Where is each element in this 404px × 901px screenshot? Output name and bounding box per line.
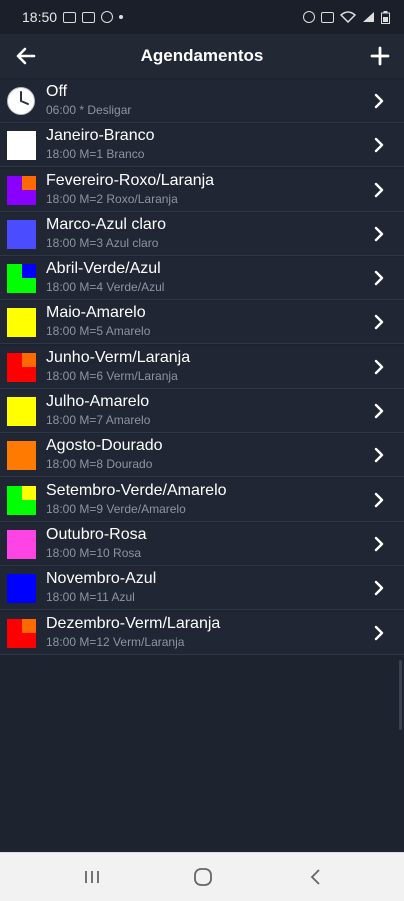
chevron-right-icon [374,536,384,552]
chevron-right-icon [374,492,384,507]
swatch-main-color [7,131,36,161]
schedule-row[interactable]: Novembro-Azul 18:00 M=11 Azul [0,567,404,611]
swatch-accent-color [22,485,36,500]
schedule-row[interactable]: Janeiro-Branco 18:00 M=1 Branco [0,124,404,168]
schedule-row[interactable]: Outubro-Rosa 18:00 M=10 Rosa [0,522,404,566]
swatch-accent-color [22,264,36,279]
color-swatch-icon [7,574,36,604]
schedule-detail: 18:00 M=9 Verde/Amarelo [46,501,186,516]
schedule-detail: 06:00 * Desligar [46,103,132,117]
chevron-right-icon [374,270,384,286]
chevron-right-icon [374,581,384,596]
image-notification-icon [63,11,77,23]
swatch-main-color [7,397,36,427]
clock-icon [7,87,35,115]
schedule-name: Fevereiro-Roxo/Laranja [46,171,215,189]
home-button[interactable] [191,867,215,887]
whatsapp-icon [101,11,114,23]
chevron-right-icon [374,448,384,463]
swatch-accent-color [22,618,36,633]
color-swatch-icon [7,485,36,515]
schedule-row[interactable]: Junho-Verm/Laranja 18:00 M=6 Verm/Laranja [0,345,404,389]
mute-icon [321,11,334,23]
chevron-right-icon [374,359,384,374]
color-swatch-icon [7,131,36,161]
schedule-name: Abril-Verde/Azul [46,260,161,278]
schedule-row[interactable]: Abril-Verde/Azul 18:00 M=4 Verde/Azul [0,257,404,301]
color-swatch-icon [7,352,36,382]
app-header: Agendamentos [0,34,404,78]
color-swatch-icon [7,441,36,471]
schedule-list: Off 06:00 * Desligar Janeiro-Branco 18:00 M… [0,80,404,656]
schedule-detail: 18:00 M=7 Amarelo [46,413,151,428]
schedule-row[interactable]: Fevereiro-Roxo/Laranja 18:00 M=2 Roxo/Lar… [0,168,404,212]
schedule-row[interactable]: Off 06:00 * Desligar [0,80,404,123]
swatch-main-color [7,441,36,471]
alarm-icon [303,11,315,23]
schedule-detail: 18:00 M=1 Branco [46,147,145,162]
color-swatch-icon [7,308,36,338]
schedule-detail: 18:00 M=3 Azul claro [46,235,159,250]
schedule-detail: 18:00 M=12 Verm/Laranja [46,634,185,649]
chevron-right-icon [374,226,384,242]
more-notifications-icon [119,15,124,19]
nav-back-button[interactable] [304,867,328,887]
schedule-name: Dezembro-Verm/Laranja [46,614,221,632]
schedule-detail: 18:00 M=6 Verm/Laranja [46,368,178,383]
schedule-detail: 18:00 M=11 Azul [46,590,135,605]
schedule-name: Junho-Verm/Laranja [46,348,191,366]
signal-icon [363,12,374,22]
schedule-row[interactable]: Dezembro-Verm/Laranja 18:00 M=12 Verm/Lar… [0,611,404,655]
back-arrow-icon[interactable] [12,42,40,70]
schedule-name: Agosto-Dourado [46,437,163,455]
chevron-right-icon [374,403,384,419]
swatch-accent-color [22,175,36,190]
swatch-main-color [7,574,36,604]
schedule-detail: 18:00 M=8 Dourado [46,457,153,472]
recent-apps-button[interactable] [80,867,104,887]
schedule-name: Off [46,83,68,100]
color-swatch-icon [7,397,36,427]
swatch-main-color [7,308,36,338]
color-swatch-icon [7,618,36,648]
swatch-accent-color [22,352,36,367]
system-navigation-bar [0,852,404,901]
schedule-name: Janeiro-Branco [46,127,155,145]
chevron-right-icon [374,625,384,640]
schedule-name: Setembro-Verde/Amarelo [46,481,227,499]
wifi-icon [340,11,356,23]
color-swatch-icon [7,264,36,294]
page-title: Agendamentos [140,46,264,65]
swatch-main-color [7,219,36,249]
schedule-row[interactable]: Marco-Azul claro 18:00 M=3 Azul claro [0,212,404,256]
add-schedule-button[interactable] [366,42,394,70]
status-bar: 18:50 [0,0,404,34]
scrollbar[interactable] [399,660,402,730]
color-swatch-icon [7,175,36,205]
chevron-right-icon [374,138,384,153]
schedule-name: Maio-Amarelo [46,304,146,322]
schedule-row[interactable]: Maio-Amarelo 18:00 M=5 Amarelo [0,301,404,345]
schedule-row[interactable]: Setembro-Verde/Amarelo 18:00 M=9 Verde/Am… [0,478,404,522]
chevron-right-icon [374,182,384,197]
battery-icon [381,10,390,24]
schedule-detail: 18:00 M=2 Roxo/Laranja [46,191,178,206]
color-swatch-icon [7,529,36,559]
color-swatch-icon [7,219,36,249]
schedule-row[interactable]: Julho-Amarelo 18:00 M=7 Amarelo [0,390,404,434]
schedule-name: Marco-Azul claro [46,215,167,233]
schedule-detail: 18:00 M=10 Rosa [46,545,142,560]
chevron-right-icon [374,315,384,330]
gallery-notification-icon [82,11,96,23]
schedule-detail: 18:00 M=4 Verde/Azul [46,280,165,295]
schedule-name: Julho-Amarelo [46,393,150,411]
status-time: 18:50 [22,9,58,25]
schedule-name: Outubro-Rosa [46,525,147,543]
schedule-name: Novembro-Azul [46,570,157,588]
schedule-row[interactable]: Agosto-Dourado 18:00 M=8 Dourado [0,434,404,478]
swatch-main-color [7,529,36,559]
chevron-right-icon [374,93,384,109]
schedule-detail: 18:00 M=5 Amarelo [46,324,151,339]
